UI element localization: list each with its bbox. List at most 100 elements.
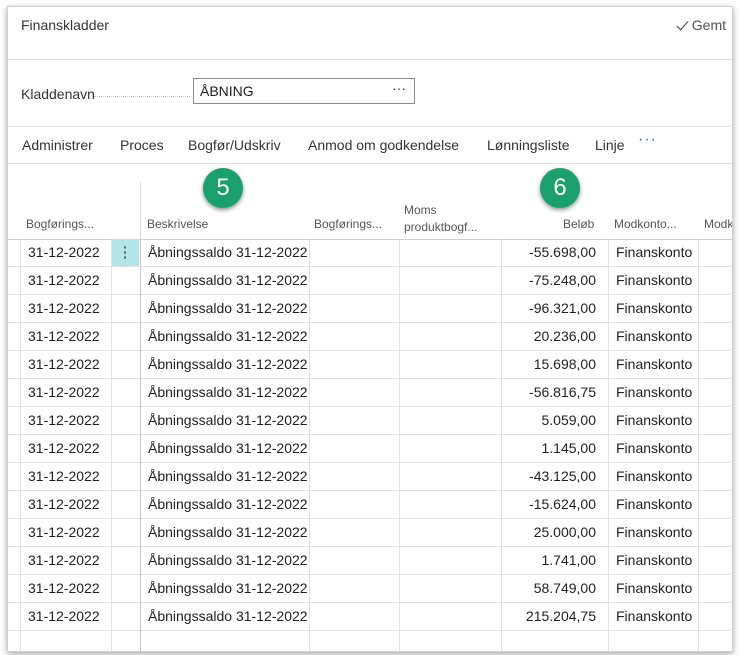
posting-date-cell[interactable]: 31-12-2022: [28, 295, 110, 322]
posting-date-cell[interactable]: 31-12-2022: [28, 491, 110, 518]
lookup-more-button[interactable]: ···: [392, 76, 406, 100]
vat-prod-posting-group-cell[interactable]: [400, 323, 500, 350]
table-row[interactable]: 31-12-2022 Åbningssaldo 31-12-2022 -15.624…: [8, 491, 732, 519]
posting-type-cell[interactable]: [310, 547, 398, 574]
posting-date-cell[interactable]: 31-12-2022: [28, 407, 110, 434]
bal-account-type-cell[interactable]: Finanskonto: [616, 351, 698, 378]
description-cell[interactable]: Åbningssaldo 31-12-2022: [148, 351, 308, 378]
posting-date-cell[interactable]: 31-12-2022: [28, 351, 110, 378]
posting-date-cell[interactable]: 31-12-2022: [28, 519, 110, 546]
bal-account-type-cell[interactable]: Finanskonto: [616, 435, 698, 462]
amount-cell[interactable]: 215.204,75: [502, 603, 596, 630]
vat-prod-posting-group-cell[interactable]: [400, 491, 500, 518]
table-row[interactable]: 31-12-2022 Åbningssaldo 31-12-2022 5.059,0…: [8, 407, 732, 435]
bal-account-type-cell[interactable]: Finanskonto: [616, 575, 698, 602]
amount-cell[interactable]: 58.749,00: [502, 575, 596, 602]
table-row[interactable]: 31-12-2022 Åbningssaldo 31-12-2022 25.000,…: [8, 519, 732, 547]
description-cell[interactable]: Åbningssaldo 31-12-2022: [148, 435, 308, 462]
posting-date-cell[interactable]: 31-12-2022: [28, 379, 110, 406]
vat-prod-posting-group-cell[interactable]: [400, 603, 500, 630]
posting-type-cell[interactable]: [310, 351, 398, 378]
action-loenningsliste[interactable]: Lønningsliste: [487, 137, 570, 153]
table-row[interactable]: 31-12-2022 Åbningssaldo 31-12-2022 20.236,…: [8, 323, 732, 351]
vat-prod-posting-group-cell[interactable]: [400, 463, 500, 490]
bal-account-type-cell[interactable]: Finanskonto: [616, 603, 698, 630]
posting-type-cell[interactable]: [310, 435, 398, 462]
column-header-posting-date[interactable]: Bogførings...: [26, 217, 94, 231]
column-header-bal-account-type[interactable]: Modkonto...: [614, 217, 677, 231]
column-header-vat-line2[interactable]: produktbogf...: [404, 220, 477, 234]
posting-type-cell[interactable]: [310, 239, 398, 266]
vat-prod-posting-group-cell[interactable]: [400, 519, 500, 546]
amount-cell[interactable]: 20.236,00: [502, 323, 596, 350]
description-cell[interactable]: Åbningssaldo 31-12-2022: [148, 407, 308, 434]
vat-prod-posting-group-cell[interactable]: [400, 379, 500, 406]
posting-date-cell[interactable]: 31-12-2022: [28, 547, 110, 574]
posting-date-cell[interactable]: 31-12-2022: [28, 603, 110, 630]
vat-prod-posting-group-cell[interactable]: [400, 295, 500, 322]
table-row[interactable]: 31-12-2022 Åbningssaldo 31-12-2022 -43.125…: [8, 463, 732, 491]
row-menu-icon[interactable]: ⋮: [111, 239, 139, 266]
posting-type-cell[interactable]: [310, 519, 398, 546]
vat-prod-posting-group-cell[interactable]: [400, 239, 500, 266]
bal-account-type-cell[interactable]: Finanskonto: [616, 267, 698, 294]
amount-cell[interactable]: -96.321,00: [502, 295, 596, 322]
description-cell[interactable]: Åbningssaldo 31-12-2022: [148, 267, 308, 294]
amount-cell[interactable]: 1.145,00: [502, 435, 597, 462]
description-cell[interactable]: Åbningssaldo 31-12-2022: [148, 603, 308, 630]
posting-type-cell[interactable]: [310, 463, 398, 490]
posting-date-cell[interactable]: 31-12-2022: [28, 239, 110, 266]
action-anmod-om-godkendelse[interactable]: Anmod om godkendelse: [308, 137, 459, 153]
action-proces[interactable]: Proces: [120, 137, 164, 153]
posting-date-cell[interactable]: 31-12-2022: [28, 463, 110, 490]
amount-cell[interactable]: -15.624,00: [502, 491, 596, 518]
action-linje[interactable]: Linje: [595, 137, 625, 153]
vat-prod-posting-group-cell[interactable]: [400, 575, 500, 602]
bal-account-type-cell[interactable]: Finanskonto: [616, 491, 698, 518]
bal-account-type-cell[interactable]: Finanskonto: [616, 519, 698, 546]
bal-account-type-cell[interactable]: Finanskonto: [616, 379, 698, 406]
journal-name-input[interactable]: ÅBNING ···: [193, 78, 415, 104]
more-actions-button[interactable]: ···: [638, 131, 657, 149]
description-cell[interactable]: Åbningssaldo 31-12-2022: [148, 323, 308, 350]
table-row[interactable]: 31-12-2022 Åbningssaldo 31-12-2022 -75.248…: [8, 267, 732, 295]
table-row[interactable]: 31-12-2022 Åbningssaldo 31-12-2022 -55.698…: [8, 239, 732, 267]
amount-cell[interactable]: -55.698,00: [502, 239, 596, 266]
action-administrer[interactable]: Administrer: [22, 137, 93, 153]
amount-cell[interactable]: 1.741,00: [502, 547, 597, 574]
table-row[interactable]: 31-12-2022 Åbningssaldo 31-12-2022 -56.816…: [8, 379, 732, 407]
amount-cell[interactable]: 25.000,00: [502, 519, 596, 546]
action-bogfoer-udskriv[interactable]: Bogfør/Udskriv: [188, 137, 281, 153]
vat-prod-posting-group-cell[interactable]: [400, 547, 500, 574]
vat-prod-posting-group-cell[interactable]: [400, 351, 500, 378]
posting-type-cell[interactable]: [310, 575, 398, 602]
amount-cell[interactable]: -56.816,75: [502, 379, 596, 406]
bal-account-type-cell[interactable]: Finanskonto: [616, 239, 698, 266]
vat-prod-posting-group-cell[interactable]: [400, 407, 500, 434]
table-row[interactable]: 31-12-2022 Åbningssaldo 31-12-2022 58.749,…: [8, 575, 732, 603]
bal-account-type-cell[interactable]: Finanskonto: [616, 547, 698, 574]
description-cell[interactable]: Åbningssaldo 31-12-2022: [148, 379, 308, 406]
posting-type-cell[interactable]: [310, 603, 398, 630]
description-cell[interactable]: Åbningssaldo 31-12-2022: [148, 239, 308, 266]
vat-prod-posting-group-cell[interactable]: [400, 435, 500, 462]
bal-account-type-cell[interactable]: Finanskonto: [616, 323, 698, 350]
column-header-posting-type[interactable]: Bogførings...: [314, 217, 382, 231]
column-header-description[interactable]: Beskrivelse: [147, 217, 208, 231]
description-cell[interactable]: Åbningssaldo 31-12-2022: [148, 295, 308, 322]
table-row[interactable]: 31-12-2022 Åbningssaldo 31-12-2022 1.741,0…: [8, 547, 732, 575]
table-row[interactable]: 31-12-2022 Åbningssaldo 31-12-2022 1.145,0…: [8, 435, 732, 463]
amount-cell[interactable]: 5.059,00: [502, 407, 597, 434]
description-cell[interactable]: Åbningssaldo 31-12-2022: [148, 519, 308, 546]
amount-cell[interactable]: -75.248,00: [502, 267, 596, 294]
bal-account-type-cell[interactable]: Finanskonto: [616, 295, 698, 322]
posting-type-cell[interactable]: [310, 295, 398, 322]
vat-prod-posting-group-cell[interactable]: [400, 267, 500, 294]
posting-date-cell[interactable]: 31-12-2022: [28, 575, 110, 602]
posting-date-cell[interactable]: 31-12-2022: [28, 323, 110, 350]
description-cell[interactable]: Åbningssaldo 31-12-2022: [148, 463, 308, 490]
table-row[interactable]: 31-12-2022 Åbningssaldo 31-12-2022 215.204…: [8, 603, 732, 631]
column-header-bal-account-no[interactable]: Modk: [704, 217, 732, 231]
column-header-vat-line1[interactable]: Moms: [404, 203, 437, 217]
table-row[interactable]: 31-12-2022 Åbningssaldo 31-12-2022 -96.321…: [8, 295, 732, 323]
